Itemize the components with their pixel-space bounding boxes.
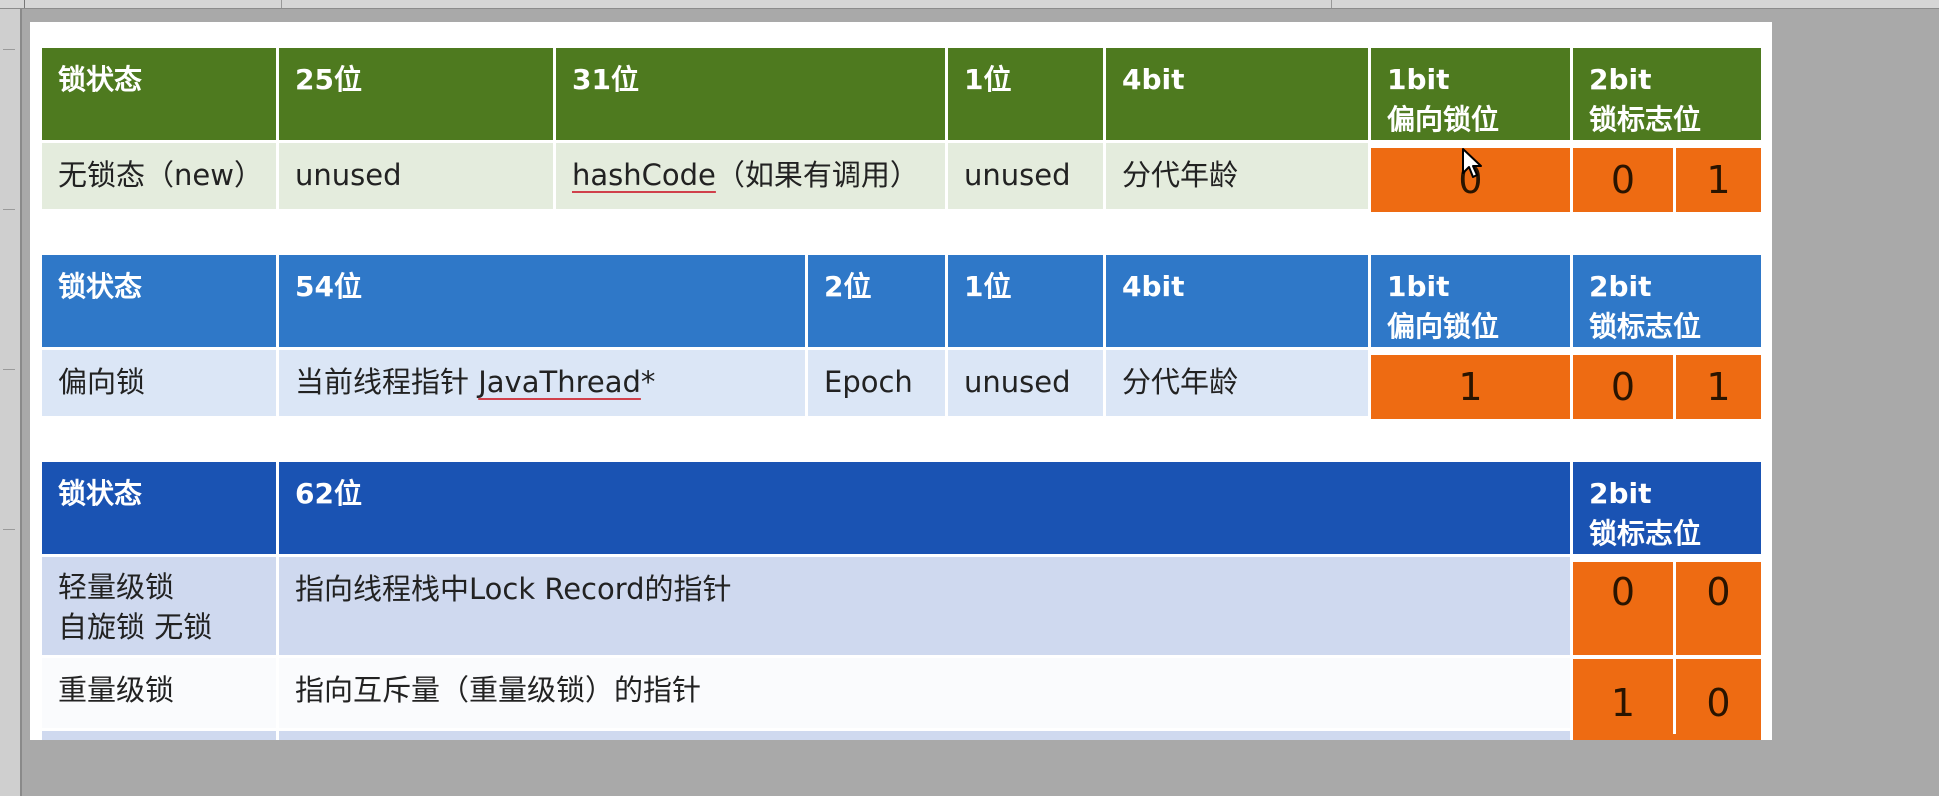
cell-4-bit: 分代年龄 (1106, 143, 1368, 209)
javathread-text: JavaThread (478, 365, 641, 399)
flag-bit-1: 0 (1573, 562, 1673, 655)
hashcode-note: （如果有调用） (715, 158, 919, 192)
header-4-bit: 4bit (1106, 255, 1368, 347)
header-flag-bits: 2bit 锁标志位 (1573, 48, 1761, 140)
header-25-bits: 25位 (279, 48, 553, 140)
cell-lock-state: 偏向锁 (42, 350, 276, 416)
header-62-bits: 62位 (279, 462, 1570, 554)
partial-row-cell (42, 731, 276, 740)
cell-2-bits: Epoch (808, 350, 945, 416)
header-4-bit: 4bit (1106, 48, 1368, 140)
header-1-bit: 1位 (948, 255, 1103, 347)
cell-25-bits: unused (279, 143, 553, 209)
biased-bit-value: 1 (1371, 355, 1570, 419)
hashcode-text: hashCode (572, 158, 716, 192)
flag-bit-2: 1 (1676, 355, 1761, 419)
header-biased-bit: 1bit 偏向锁位 (1371, 48, 1570, 140)
top-bar-divider (1330, 0, 1332, 8)
partial-row-cell (279, 731, 1570, 740)
thread-pointer-text: 当前线程指针 (295, 365, 479, 399)
flag-bit-1: 0 (1573, 148, 1673, 212)
header-biased-bit: 1bit 偏向锁位 (1371, 255, 1570, 347)
cell-4-bit: 分代年龄 (1106, 350, 1368, 416)
cell-heavyweight-desc: 指向互斥量（重量级锁）的指针 (279, 658, 1570, 728)
table-no-lock: 锁状态 25位 31位 1位 4bit 1bit 偏向锁位 2bit 锁标志位 … (42, 48, 1761, 238)
cell-1-bit: unused (948, 350, 1103, 416)
flag-bit-2: 0 (1676, 659, 1761, 737)
top-bar-tick (24, 0, 33, 8)
header-1-bit: 1位 (948, 48, 1103, 140)
cell-31-bits: hashCode（如果有调用） (556, 143, 945, 209)
slide-canvas: 锁状态 25位 31位 1位 4bit 1bit 偏向锁位 2bit 锁标志位 … (30, 22, 1772, 740)
cell-54-bits: 当前线程指针 JavaThread* (279, 350, 805, 416)
header-lock-state: 锁状态 (42, 48, 276, 140)
top-bar-divider (280, 0, 282, 8)
header-2-bits: 2位 (808, 255, 945, 347)
partial-row-flag (1573, 734, 1761, 740)
header-flag-bits: 2bit 锁标志位 (1573, 255, 1761, 347)
header-flag-bits: 2bit 锁标志位 (1573, 462, 1761, 554)
left-gutter (0, 9, 22, 796)
table-lightweight-heavyweight: 锁状态 62位 2bit 锁标志位 轻量级锁 自旋锁 无锁 指向线程栈中Lock… (42, 462, 1761, 740)
header-31-bits: 31位 (556, 48, 945, 140)
table-biased-lock: 锁状态 54位 2位 1位 4bit 1bit 偏向锁位 2bit 锁标志位 偏… (42, 255, 1761, 445)
cell-1-bit: unused (948, 143, 1103, 209)
cell-lock-state-lightweight: 轻量级锁 自旋锁 无锁 (42, 557, 276, 655)
cell-lock-state: 无锁态（new） (42, 143, 276, 209)
header-54-bits: 54位 (279, 255, 805, 347)
window-top-bar (0, 0, 1939, 9)
flag-bit-1: 0 (1573, 355, 1673, 419)
flag-bit-1: 1 (1573, 659, 1673, 737)
pointer-star: * (640, 365, 656, 399)
cell-lightweight-desc: 指向线程栈中Lock Record的指针 (279, 557, 1570, 655)
header-lock-state: 锁状态 (42, 255, 276, 347)
flag-bit-2: 1 (1676, 148, 1761, 212)
header-lock-state: 锁状态 (42, 462, 276, 554)
flag-bit-2: 0 (1676, 562, 1761, 655)
cell-lock-state-heavyweight: 重量级锁 (42, 658, 276, 728)
